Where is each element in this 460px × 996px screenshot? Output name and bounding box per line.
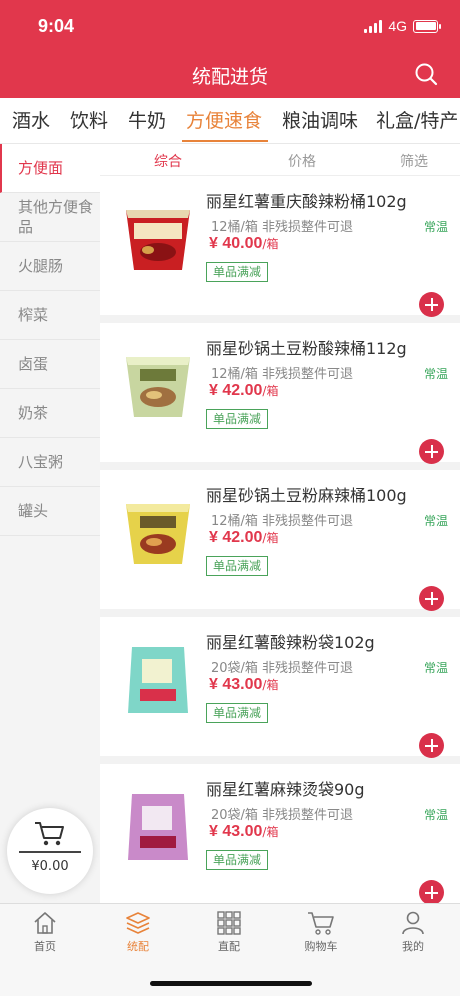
promo-tag: 单品满减 [206, 850, 269, 870]
tab-direct-supply[interactable]: 直配 [194, 910, 264, 954]
product-image [128, 647, 188, 713]
product-image [128, 794, 188, 860]
tab-category-instant-food[interactable]: 方便速食 [186, 106, 262, 133]
sidebar-item-congee[interactable]: 八宝粥 [0, 438, 100, 487]
storage-label: 常温 [423, 367, 448, 381]
cart-divider [19, 851, 81, 853]
product-spec: 20袋/箱 非残损整件可退 [211, 661, 354, 676]
sort-bar: 综合 价格 筛选 [100, 144, 460, 176]
sidebar-item-milk-tea[interactable]: 奶茶 [0, 389, 100, 438]
sidebar-item-instant-noodles[interactable]: 方便面 [0, 144, 100, 193]
signal-icon [364, 19, 383, 33]
add-to-cart-button[interactable] [419, 733, 444, 758]
filter-button[interactable]: 筛选 [400, 151, 428, 171]
status-bar: 9:04 4G [0, 0, 460, 54]
tab-category-drinks-alcohol[interactable]: 酒水 [12, 106, 50, 133]
sidebar-item-ham-sausage[interactable]: 火腿肠 [0, 242, 100, 291]
shopping-cart-icon [308, 912, 334, 935]
tab-unified-supply[interactable]: 统配 [103, 910, 173, 954]
tab-category-gift-box[interactable]: 礼盒/特产 [376, 106, 458, 133]
add-to-cart-button[interactable] [419, 439, 444, 464]
tab-unified-supply-label: 统配 [127, 940, 149, 953]
add-to-cart-button[interactable] [419, 586, 444, 611]
tab-home-label: 首页 [34, 940, 56, 953]
product-price: ¥ 40.00/箱 [209, 235, 279, 252]
floating-cart-button[interactable]: ¥0.00 [7, 808, 93, 894]
product-image [126, 210, 190, 270]
promo-tag: 单品满减 [206, 409, 269, 429]
product-card[interactable]: 丽星红薯麻辣烫袋90g 20袋/箱 非残损整件可退 ¥ 43.00/箱 单品满减… [100, 764, 460, 911]
status-time: 9:04 [38, 16, 75, 36]
status-icons: 4G [364, 18, 441, 34]
sidebar-item-other-instant-food[interactable]: 其他方便食品 [0, 193, 100, 242]
user-icon [402, 911, 424, 935]
product-price: ¥ 42.00/箱 [209, 529, 279, 546]
sidebar-item-braised-egg[interactable]: 卤蛋 [0, 340, 100, 389]
product-card[interactable]: 丽星砂锅土豆粉麻辣桶100g 12桶/箱 非残损整件可退 ¥ 42.00/箱 单… [100, 470, 460, 617]
sort-general[interactable]: 综合 [154, 151, 182, 171]
tab-profile-label: 我的 [402, 940, 424, 953]
page-title: 统配进货 [191, 66, 268, 88]
sidebar-item-canned[interactable]: 罐头 [0, 487, 100, 536]
cart-icon [35, 822, 64, 846]
product-name[interactable]: 丽星红薯酸辣粉袋102g [206, 629, 375, 653]
product-price: ¥ 43.00/箱 [209, 823, 279, 840]
tab-home[interactable]: 首页 [10, 910, 80, 954]
layers-icon [126, 912, 150, 934]
tab-category-milk[interactable]: 牛奶 [128, 106, 166, 133]
active-tab-indicator [182, 140, 268, 142]
tab-direct-supply-label: 直配 [218, 940, 240, 953]
promo-tag: 单品满减 [206, 556, 269, 576]
product-price: ¥ 42.00/箱 [209, 382, 279, 399]
product-name[interactable]: 丽星砂锅土豆粉麻辣桶100g [206, 482, 407, 506]
product-card[interactable]: 丽星红薯酸辣粉袋102g 20袋/箱 非残损整件可退 ¥ 43.00/箱 单品满… [100, 617, 460, 764]
search-icon[interactable] [414, 62, 438, 86]
storage-label: 常温 [423, 661, 448, 675]
battery-icon [413, 19, 441, 33]
tab-category-beverages[interactable]: 饮料 [70, 106, 108, 133]
tab-cart-label: 购物车 [304, 940, 338, 953]
tab-category-grain-oil[interactable]: 粮油调味 [282, 106, 358, 133]
product-spec: 12桶/箱 非残损整件可退 [211, 367, 354, 382]
storage-label: 常温 [423, 808, 448, 822]
app-header: 9:04 4G 统配进货 [0, 0, 460, 98]
product-spec: 12桶/箱 非残损整件可退 [211, 514, 354, 529]
subcategory-sidebar: 方便面 其他方便食品 火腿肠 榨菜 卤蛋 奶茶 八宝粥 罐头 [0, 144, 100, 904]
grid-icon [217, 911, 241, 935]
product-card[interactable]: 丽星砂锅土豆粉酸辣桶112g 12桶/箱 非残损整件可退 ¥ 42.00/箱 单… [100, 323, 460, 470]
network-label: 4G [388, 18, 407, 34]
product-name[interactable]: 丽星红薯重庆酸辣粉桶102g [206, 188, 407, 212]
sidebar-item-pickles[interactable]: 榨菜 [0, 291, 100, 340]
cart-total: ¥0.00 [31, 859, 69, 874]
product-spec: 12桶/箱 非残损整件可退 [211, 220, 354, 235]
home-icon [34, 912, 56, 934]
storage-label: 常温 [423, 220, 448, 234]
home-indicator [150, 981, 312, 986]
add-to-cart-button[interactable] [419, 292, 444, 317]
product-name[interactable]: 丽星红薯麻辣烫袋90g [206, 776, 365, 800]
product-price: ¥ 43.00/箱 [209, 676, 279, 693]
tab-cart[interactable]: 购物车 [286, 910, 356, 954]
product-spec: 20袋/箱 非残损整件可退 [211, 808, 354, 823]
tab-profile[interactable]: 我的 [378, 910, 448, 954]
product-card[interactable]: 丽星红薯重庆酸辣粉桶102g 12桶/箱 非残损整件可退 ¥ 40.00/箱 单… [100, 176, 460, 323]
add-to-cart-button[interactable] [419, 880, 444, 905]
product-image [126, 504, 190, 564]
category-tabs: 酒水 饮料 牛奶 方便速食 粮油调味 礼盒/特产 [0, 98, 460, 144]
sort-price[interactable]: 价格 [288, 151, 316, 171]
promo-tag: 单品满减 [206, 262, 269, 282]
product-name[interactable]: 丽星砂锅土豆粉酸辣桶112g [206, 335, 407, 359]
promo-tag: 单品满减 [206, 703, 269, 723]
product-image [126, 357, 190, 417]
storage-label: 常温 [423, 514, 448, 528]
